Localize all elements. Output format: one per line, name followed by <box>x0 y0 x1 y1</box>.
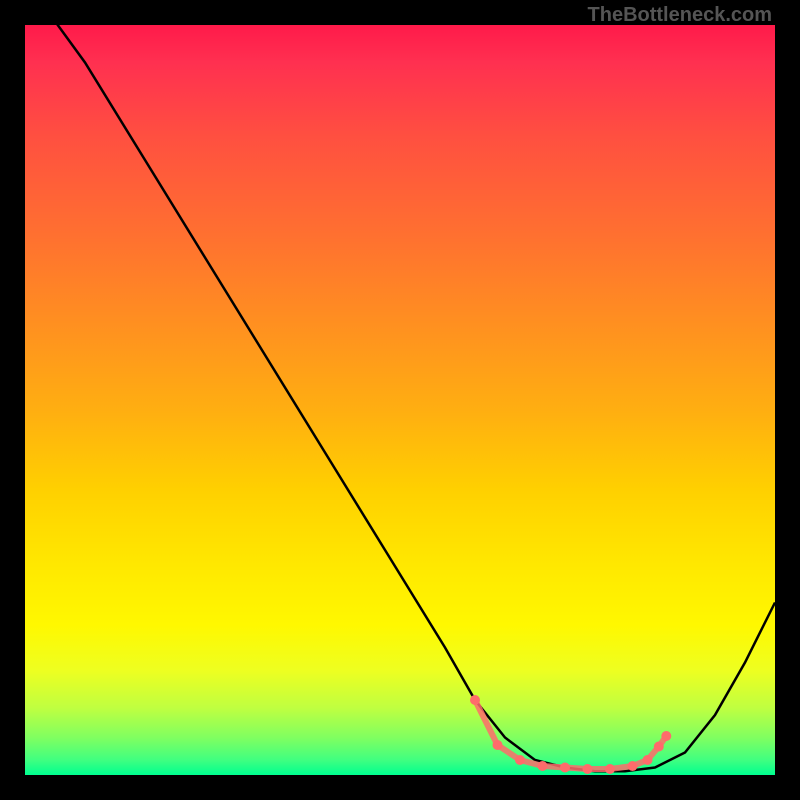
marker-dot <box>493 740 503 750</box>
marker-dot <box>560 763 570 773</box>
marker-dot <box>643 755 653 765</box>
watermark-text: TheBottleneck.com <box>588 4 772 27</box>
marker-dot <box>605 764 615 774</box>
bottleneck-curve <box>25 25 775 771</box>
marker-dot <box>628 761 638 771</box>
marker-dot <box>515 755 525 765</box>
marker-dot <box>661 731 671 741</box>
chart-svg <box>25 25 775 775</box>
marker-dot <box>583 764 593 774</box>
marker-dot <box>538 761 548 771</box>
marker-group <box>470 695 671 774</box>
chart-area <box>25 25 775 775</box>
curve-path-group <box>25 25 775 771</box>
marker-dot <box>654 742 664 752</box>
marker-dot <box>470 695 480 705</box>
